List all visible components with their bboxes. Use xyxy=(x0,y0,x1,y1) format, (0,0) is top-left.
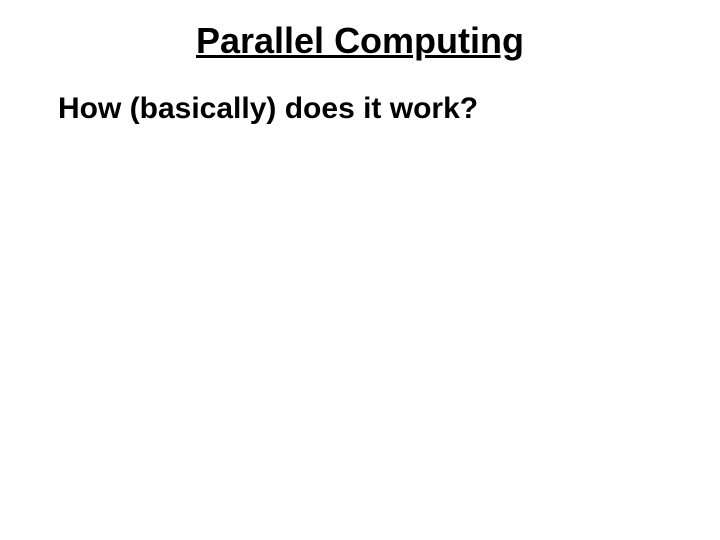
slide-title: Parallel Computing xyxy=(0,20,720,62)
slide-subtitle: How (basically) does it work? xyxy=(58,92,478,126)
slide: Parallel Computing How (basically) does … xyxy=(0,0,720,540)
